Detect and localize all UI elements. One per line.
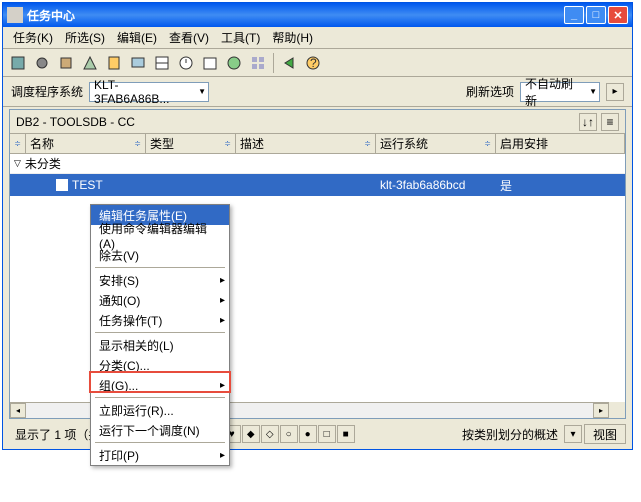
refresh-label: 刷新选项 bbox=[466, 83, 514, 100]
minimize-button[interactable]: _ bbox=[564, 6, 584, 24]
status-group-btn[interactable]: ▾ bbox=[564, 425, 582, 443]
col-enabled[interactable]: 启用安排 bbox=[496, 134, 625, 153]
sort-button[interactable]: ↓↑ bbox=[579, 113, 597, 131]
menu-help[interactable]: 帮助(H) bbox=[266, 27, 319, 48]
context-item-12[interactable]: 立即运行(R)... bbox=[91, 400, 229, 420]
context-menu: 编辑任务属性(E)使用命令编辑器编辑(A)除去(V)安排(S)通知(O)任务操作… bbox=[90, 204, 230, 466]
tool-btn-10[interactable] bbox=[223, 52, 245, 74]
tool-btn-5[interactable] bbox=[103, 52, 125, 74]
tool-btn-9[interactable] bbox=[199, 52, 221, 74]
tool-btn-2[interactable] bbox=[31, 52, 53, 74]
context-item-13[interactable]: 运行下一个调度(N) bbox=[91, 420, 229, 440]
svg-text:?: ? bbox=[310, 56, 317, 70]
app-icon bbox=[7, 7, 23, 23]
clock-icon bbox=[178, 55, 194, 71]
grid-icon bbox=[250, 55, 266, 71]
scheduler-label: 调度程序系统 bbox=[11, 83, 83, 100]
context-item-4[interactable]: 安排(S) bbox=[91, 270, 229, 290]
back-icon bbox=[281, 55, 297, 71]
view-button[interactable]: 视图 bbox=[584, 424, 626, 444]
col-desc[interactable]: 描述≑ bbox=[236, 134, 376, 153]
status-icon-9[interactable]: □ bbox=[318, 425, 336, 443]
gear-icon bbox=[34, 55, 50, 71]
menu-view[interactable]: 查看(V) bbox=[163, 27, 215, 48]
status-icon-6[interactable]: ◇ bbox=[261, 425, 279, 443]
tool-btn-11[interactable] bbox=[247, 52, 269, 74]
row-name: TEST bbox=[72, 178, 103, 192]
table-header: ≑ 名称≑ 类型≑ 描述≑ 运行系统≑ 启用安排 bbox=[10, 134, 625, 154]
status-icon-5[interactable]: ◆ bbox=[242, 425, 260, 443]
col-expand[interactable]: ≑ bbox=[10, 134, 26, 153]
menu-edit[interactable]: 编辑(E) bbox=[111, 27, 163, 48]
status-icon-7[interactable]: ○ bbox=[280, 425, 298, 443]
row-system: klt-3fab6a86bcd bbox=[376, 178, 496, 192]
toolbar-separator bbox=[273, 53, 274, 73]
refresh-settings-button[interactable]: ▸ bbox=[606, 83, 624, 101]
close-button[interactable]: ✕ bbox=[608, 6, 628, 24]
context-item-9[interactable]: 分类(C)... bbox=[91, 355, 229, 375]
db-icon bbox=[10, 55, 26, 71]
context-item-15[interactable]: 打印(P) bbox=[91, 445, 229, 465]
window-title: 任务中心 bbox=[27, 7, 564, 24]
context-item-5[interactable]: 通知(O) bbox=[91, 290, 229, 310]
context-item-1[interactable]: 使用命令编辑器编辑(A) bbox=[91, 225, 229, 245]
tool-btn-4[interactable] bbox=[79, 52, 101, 74]
task-icon bbox=[56, 179, 68, 191]
scroll-corner bbox=[609, 402, 625, 418]
status-group-label: 按类别划分的概述 bbox=[458, 426, 562, 443]
context-separator bbox=[95, 332, 225, 333]
context-separator bbox=[95, 267, 225, 268]
tool-btn-6[interactable] bbox=[127, 52, 149, 74]
context-item-6[interactable]: 任务操作(T) bbox=[91, 310, 229, 330]
tool-btn-help[interactable]: ? bbox=[302, 52, 324, 74]
row-enabled: 是 bbox=[496, 177, 625, 194]
context-item-2[interactable]: 除去(V) bbox=[91, 245, 229, 265]
cube-icon bbox=[58, 55, 74, 71]
scroll-right-button[interactable]: ▸ bbox=[593, 403, 609, 418]
monitor-icon bbox=[130, 55, 146, 71]
path-row: DB2 - TOOLSDB - CC ↓↑ ≡ bbox=[10, 110, 625, 134]
context-separator bbox=[95, 442, 225, 443]
menubar: 任务(K) 所选(S) 编辑(E) 查看(V) 工具(T) 帮助(H) bbox=[3, 27, 632, 49]
filter-button[interactable]: ≡ bbox=[601, 113, 619, 131]
calendar-icon bbox=[202, 55, 218, 71]
help-icon: ? bbox=[305, 55, 321, 71]
titlebar[interactable]: 任务中心 _ □ ✕ bbox=[3, 3, 632, 27]
maximize-button[interactable]: □ bbox=[586, 6, 606, 24]
toolbar: ? bbox=[3, 49, 632, 77]
collapse-icon: ▽ bbox=[14, 158, 21, 169]
tool-btn-back[interactable] bbox=[278, 52, 300, 74]
wizard-icon bbox=[82, 55, 98, 71]
col-system[interactable]: 运行系统≑ bbox=[376, 134, 496, 153]
scheduler-dropdown[interactable]: KLT-3FAB6A86B... bbox=[89, 82, 209, 102]
table-row[interactable]: TEST klt-3fab6a86bcd 是 bbox=[10, 174, 625, 196]
breadcrumb: DB2 - TOOLSDB - CC bbox=[16, 115, 579, 129]
table-icon bbox=[154, 55, 170, 71]
col-name[interactable]: 名称≑ bbox=[26, 134, 146, 153]
refresh-dropdown[interactable]: 不自动刷新 bbox=[520, 82, 600, 102]
tool-btn-3[interactable] bbox=[55, 52, 77, 74]
tool-btn-1[interactable] bbox=[7, 52, 29, 74]
group-label: 未分类 bbox=[25, 155, 61, 172]
context-item-8[interactable]: 显示相关的(L) bbox=[91, 335, 229, 355]
tool-btn-7[interactable] bbox=[151, 52, 173, 74]
group-row[interactable]: ▽ 未分类 bbox=[10, 154, 625, 174]
menu-tasks[interactable]: 任务(K) bbox=[7, 27, 59, 48]
menu-tools[interactable]: 工具(T) bbox=[215, 27, 266, 48]
scroll-left-button[interactable]: ◂ bbox=[10, 403, 26, 418]
status-icon-8[interactable]: ● bbox=[299, 425, 317, 443]
context-item-10[interactable]: 组(G)... bbox=[91, 375, 229, 395]
col-type[interactable]: 类型≑ bbox=[146, 134, 236, 153]
health-icon bbox=[226, 55, 242, 71]
menu-selected[interactable]: 所选(S) bbox=[59, 27, 111, 48]
context-separator bbox=[95, 397, 225, 398]
config-row: 调度程序系统 KLT-3FAB6A86B... 刷新选项 不自动刷新 ▸ bbox=[3, 77, 632, 107]
book-icon bbox=[106, 55, 122, 71]
status-icon-10[interactable]: ■ bbox=[337, 425, 355, 443]
tool-btn-8[interactable] bbox=[175, 52, 197, 74]
